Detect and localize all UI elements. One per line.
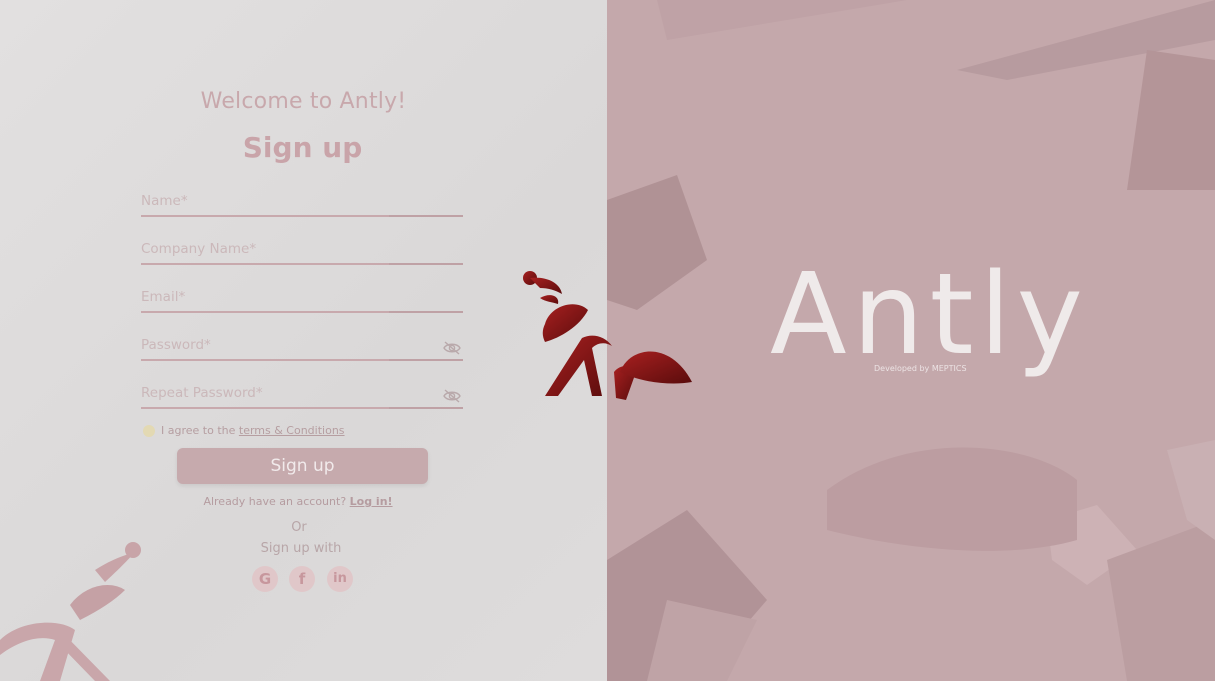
password-field[interactable]: Password* (141, 333, 463, 361)
company-name-placeholder: Company Name* (141, 241, 257, 257)
or-divider: Or (291, 520, 307, 535)
welcome-heading: Welcome to Antly! (200, 89, 407, 114)
login-prompt: Already have an account? Log in! (0, 495, 596, 508)
signup-with-label: Sign up with (260, 541, 342, 556)
field-underline-accent (389, 263, 463, 265)
company-name-field[interactable]: Company Name* (141, 237, 463, 265)
email-placeholder: Email* (141, 289, 186, 305)
terms-checkbox[interactable] (143, 425, 155, 437)
login-link[interactable]: Log in! (350, 495, 393, 508)
brand-name: Antly (770, 250, 1089, 380)
repeat-password-placeholder: Repeat Password* (141, 385, 263, 401)
eye-off-icon[interactable] (443, 389, 461, 403)
field-underline-accent (389, 311, 463, 313)
terms-link[interactable]: terms & Conditions (239, 424, 345, 437)
signup-panel: Welcome to Antly! Sign up Name* Company … (0, 0, 607, 681)
field-underline-accent (389, 215, 463, 217)
name-placeholder: Name* (141, 193, 188, 209)
field-underline-accent (389, 407, 463, 409)
eye-off-icon[interactable] (443, 341, 461, 355)
email-field[interactable]: Email* (141, 285, 463, 313)
field-underline-accent (389, 359, 463, 361)
password-placeholder: Password* (141, 337, 211, 353)
already-text: Already have an account? (203, 495, 347, 508)
page-title: Sign up (242, 131, 363, 164)
developer-credit: Developed by MEPTICS (874, 364, 967, 373)
repeat-password-field[interactable]: Repeat Password* (141, 381, 463, 409)
ant-logo-icon (523, 271, 692, 400)
linkedin-icon[interactable]: in (327, 566, 353, 592)
name-field[interactable]: Name* (141, 189, 463, 217)
agree-text: I agree to the (161, 424, 236, 437)
google-icon[interactable]: G (252, 566, 278, 592)
terms-agreement: I agree to the terms & Conditions (143, 424, 345, 437)
signup-button[interactable]: Sign up (177, 448, 428, 484)
facebook-icon[interactable]: f (289, 566, 315, 592)
